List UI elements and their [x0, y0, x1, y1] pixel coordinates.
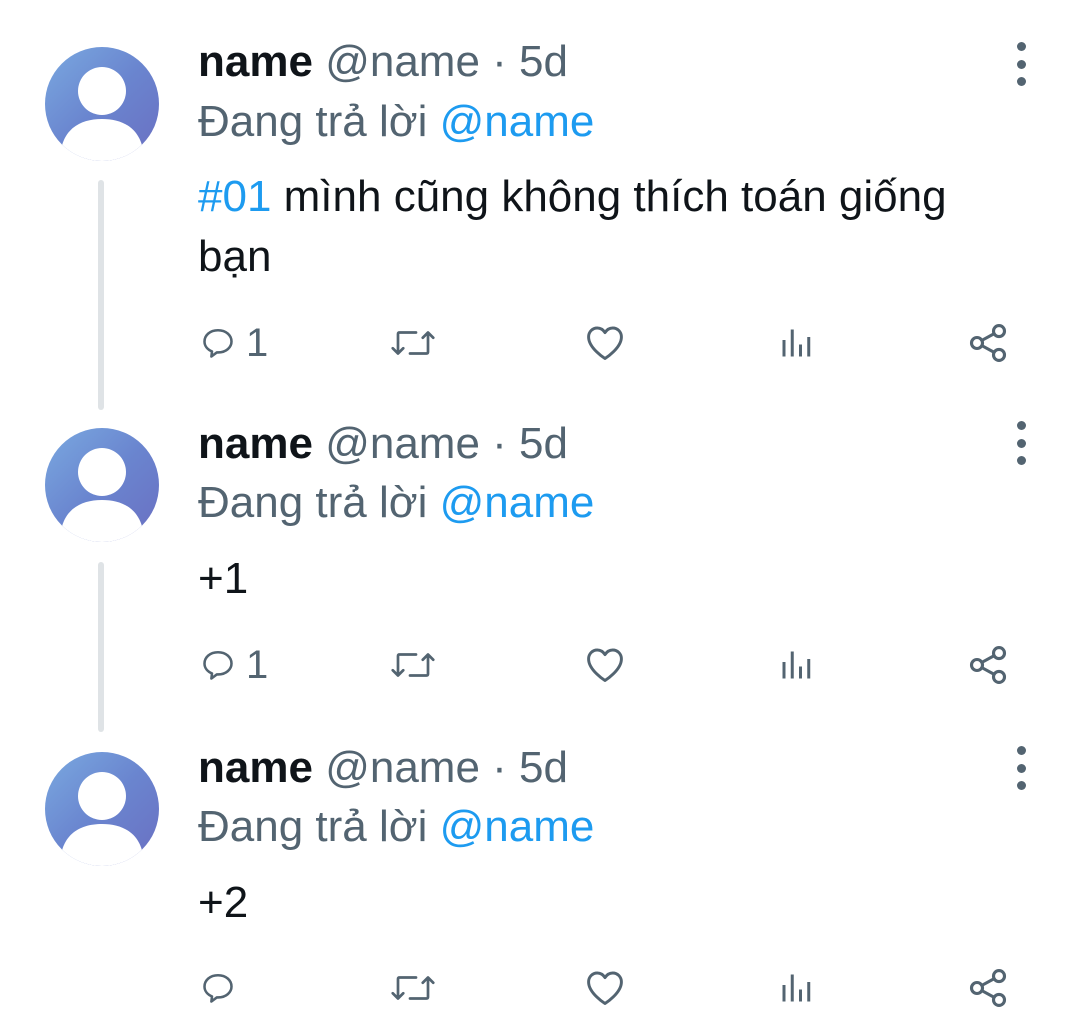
timestamp[interactable]: 5d: [519, 743, 568, 792]
share-icon: [969, 969, 1007, 1007]
reply-bubble-icon: [203, 973, 233, 1003]
like-button[interactable]: [584, 963, 626, 1013]
tweet-text-content: +1: [198, 554, 249, 603]
share-icon: [969, 646, 1007, 684]
avatar[interactable]: [45, 47, 159, 161]
tweet-text: +1: [198, 549, 998, 609]
views-button[interactable]: [778, 640, 814, 690]
reply-button[interactable]: [200, 963, 246, 1013]
tweet-text: #01 mình cũng không thích toán giống bạn: [198, 167, 998, 287]
tweet-header: name @name · 5d: [198, 740, 568, 796]
views-button[interactable]: [778, 963, 814, 1013]
reply-mention-link[interactable]: @name: [440, 97, 595, 146]
share-button[interactable]: [966, 640, 1010, 690]
timestamp[interactable]: 5d: [519, 419, 568, 468]
retweet-button[interactable]: [389, 963, 437, 1013]
avatar[interactable]: [45, 752, 159, 866]
default-user-avatar: [60, 772, 144, 866]
tweet-actions: 1: [0, 640, 1080, 690]
reply-button[interactable]: 1: [200, 640, 268, 690]
replying-to-label: Đang trả lời: [198, 802, 428, 851]
heart-icon: [587, 648, 623, 683]
reply-bubble-icon: [203, 328, 233, 358]
replying-to: Đang trả lời @name: [198, 799, 594, 855]
reply-count: 1: [246, 320, 269, 365]
more-vertical-icon[interactable]: [1005, 42, 1037, 86]
reply-button[interactable]: 1: [200, 318, 268, 368]
thread-connector: [98, 180, 104, 410]
thread-connector: [98, 562, 104, 732]
reply-bubble-icon: [203, 650, 233, 680]
retweet-icon: [391, 976, 435, 1000]
analytics-icon: [782, 974, 811, 1002]
display-name[interactable]: name: [198, 419, 313, 468]
analytics-icon: [782, 651, 811, 679]
analytics-icon: [782, 329, 811, 357]
avatar[interactable]: [45, 428, 159, 542]
views-button[interactable]: [778, 318, 814, 368]
separator-dot: ·: [492, 37, 507, 86]
heart-icon: [587, 326, 623, 361]
tweet-text-content: +2: [198, 878, 249, 927]
reply-mention-link[interactable]: @name: [440, 478, 595, 527]
tweet-text: +2: [198, 873, 998, 933]
like-button[interactable]: [584, 640, 626, 690]
separator-dot: ·: [492, 419, 507, 468]
user-handle[interactable]: @name: [325, 743, 480, 792]
tweet-header: name @name · 5d: [198, 416, 568, 472]
share-button[interactable]: [966, 318, 1010, 368]
like-button[interactable]: [584, 318, 626, 368]
user-handle[interactable]: @name: [325, 37, 480, 86]
display-name[interactable]: name: [198, 37, 313, 86]
retweet-icon: [391, 331, 435, 355]
replying-to-label: Đang trả lời: [198, 97, 428, 146]
retweet-button[interactable]: [389, 318, 437, 368]
tweet-header: name @name · 5d: [198, 34, 568, 90]
reply-count: 1: [246, 642, 269, 687]
hashtag-link[interactable]: #01: [198, 172, 271, 221]
tweet-text-content: mình cũng không thích toán giống bạn: [198, 172, 947, 281]
share-button[interactable]: [966, 963, 1010, 1013]
tweet-actions: [0, 963, 1080, 1013]
default-user-avatar: [60, 448, 144, 542]
tweet-thread: name @name · 5d Đang trả lời @name #01 m…: [0, 0, 1080, 1029]
default-user-avatar: [60, 67, 144, 161]
separator-dot: ·: [492, 743, 507, 792]
tweet-actions: 1: [0, 318, 1080, 368]
timestamp[interactable]: 5d: [519, 37, 568, 86]
reply-mention-link[interactable]: @name: [440, 802, 595, 851]
display-name[interactable]: name: [198, 743, 313, 792]
replying-to: Đang trả lời @name: [198, 94, 594, 150]
retweet-button[interactable]: [389, 640, 437, 690]
share-icon: [969, 324, 1007, 362]
more-vertical-icon[interactable]: [1005, 746, 1037, 790]
replying-to: Đang trả lời @name: [198, 475, 594, 531]
heart-icon: [587, 971, 623, 1006]
user-handle[interactable]: @name: [325, 419, 480, 468]
more-vertical-icon[interactable]: [1005, 421, 1037, 465]
replying-to-label: Đang trả lời: [198, 478, 428, 527]
retweet-icon: [391, 653, 435, 677]
